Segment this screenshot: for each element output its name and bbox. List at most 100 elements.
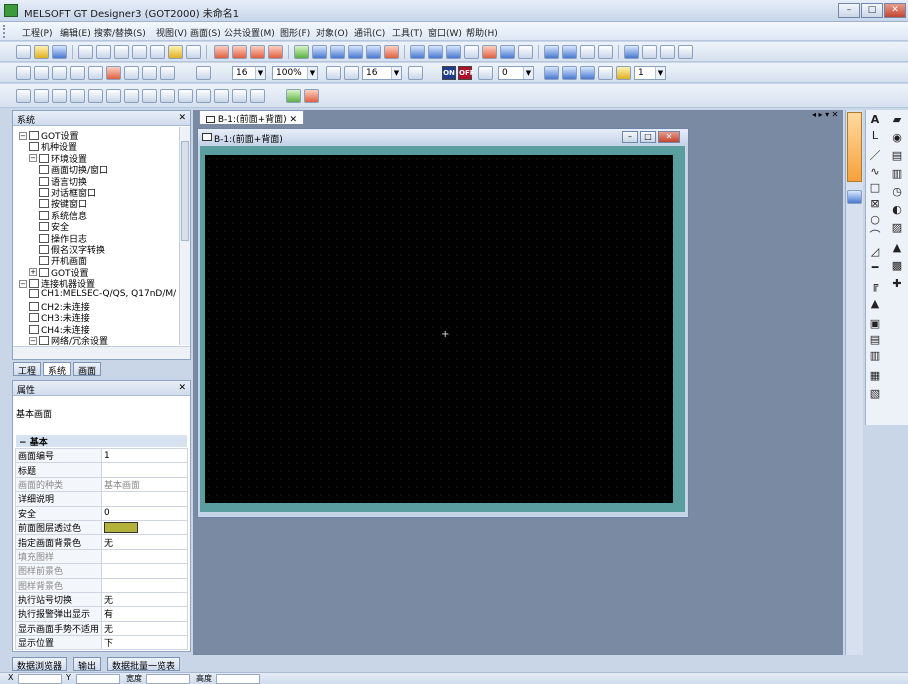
align3-icon[interactable] [52,89,67,103]
library5-icon[interactable] [366,45,381,59]
prop4-icon[interactable] [598,45,613,59]
align8-icon[interactable] [142,89,157,103]
obj-text-icon[interactable]: ▥ [890,168,904,180]
library6-icon[interactable] [384,45,399,59]
ungroup-icon[interactable]: ▧ [868,388,882,400]
menu-grip[interactable] [3,25,6,38]
collapse-icon[interactable]: − [29,336,37,345]
layer5-icon[interactable] [616,66,631,80]
maximize-button[interactable]: □ [861,3,883,18]
library4-icon[interactable] [348,45,363,59]
prop2-icon[interactable] [562,45,577,59]
view4-icon[interactable] [106,66,121,80]
obj-alarm-icon[interactable]: ▲ [890,242,904,254]
view2-icon[interactable] [70,66,85,80]
copy-icon[interactable] [96,45,111,59]
collapse-icon[interactable]: − [19,279,27,288]
menu-project[interactable]: 工程(P) [22,26,52,39]
property-row[interactable]: 显示画面手势不适用无 [14,620,188,637]
collapse-icon[interactable]: − [29,154,37,163]
line-icon[interactable]: ／ [868,150,882,162]
polygon-icon[interactable]: ⊠ [868,198,882,210]
undo-icon[interactable] [132,45,147,59]
tab-data-browser[interactable]: 数据浏览器 [12,657,68,672]
scroll-thumb[interactable] [181,141,189,241]
piping-icon[interactable]: ╔ [868,280,882,292]
system-vscroll[interactable] [179,127,190,345]
view5-icon[interactable] [124,66,139,80]
screen3-icon[interactable] [250,45,265,59]
property-row[interactable]: 详细说明 [14,491,188,507]
dock-tab-library[interactable] [847,112,862,182]
grid-select[interactable]: 16 ▼ [362,66,402,80]
align12-icon[interactable] [214,89,229,103]
property-row[interactable]: 画面的种类 基本画面 [14,476,188,493]
editor-restore-button[interactable]: □ [640,131,656,143]
property-value[interactable]: 无 [101,591,188,608]
scale-icon[interactable]: ━ [868,262,882,274]
rect-icon[interactable] [34,66,49,80]
editor-minimize-button[interactable]: – [622,131,638,143]
property-value[interactable]: 无 [101,620,188,637]
bmp-icon[interactable]: ▤ [868,334,882,346]
expand-icon[interactable]: + [29,268,37,277]
monitor-icon[interactable] [500,45,515,59]
property-row[interactable]: 填充图样 [14,548,188,565]
view6-icon[interactable] [142,66,157,80]
polyline-icon[interactable]: ∿ [868,166,882,178]
property-value[interactable]: 1 [101,447,188,464]
paint-icon[interactable]: ▲ [868,298,882,310]
view8-icon[interactable] [196,66,211,80]
open-icon[interactable] [34,45,49,59]
menu-figure[interactable]: 图形(F) [280,26,310,39]
panel-close-icon[interactable]: ✕ [178,113,186,123]
doc-tab-close-icon[interactable]: ✕ [290,115,298,125]
view3-icon[interactable] [88,66,103,80]
new-icon[interactable] [16,45,31,59]
off-button[interactable]: OFF [458,66,475,80]
prop1-icon[interactable] [544,45,559,59]
window2-icon[interactable] [642,45,657,59]
obj-lamp-icon[interactable]: ◉ [890,132,904,144]
window3-icon[interactable] [660,45,675,59]
screen2-icon[interactable] [232,45,247,59]
property-value[interactable]: 0 [101,505,188,521]
align15-icon[interactable] [286,89,301,103]
tab-output[interactable]: 输出 [73,657,102,672]
property-row[interactable]: 图样背景色 [14,577,188,593]
circle-icon[interactable]: ○ [868,214,882,226]
read-icon[interactable] [428,45,443,59]
menu-view[interactable]: 视图(V) [156,26,187,39]
property-row[interactable]: 执行报警弹出显示有 [14,606,188,622]
property-value[interactable] [101,462,188,478]
view7-icon[interactable] [160,66,175,80]
save-icon[interactable] [52,45,67,59]
menu-comm[interactable]: 通讯(C) [354,26,385,39]
window1-icon[interactable] [624,45,639,59]
property-row[interactable]: 显示位置下 [14,635,188,651]
menu-window[interactable]: 窗口(W) [428,26,462,39]
tree-item[interactable]: CH1:MELSEC-Q/QS, Q17nD/M/ [29,289,176,299]
zoom-select[interactable]: 100% ▼ [272,66,318,80]
dock-tab-data[interactable] [847,190,862,204]
property-value[interactable] [101,519,188,536]
window4-icon[interactable] [678,45,693,59]
layer-icon[interactable] [16,66,31,80]
image-icon[interactable]: ▣ [868,318,882,330]
doc-tab[interactable]: B-1:(前面+背面) ✕ [199,110,305,125]
help-icon[interactable] [186,45,201,59]
arc-icon[interactable]: ⌒ [868,230,882,242]
redo-icon[interactable] [150,45,165,59]
obj-clock-icon[interactable]: ◷ [890,186,904,198]
property-row[interactable]: 标题 [14,462,188,478]
text-icon[interactable]: A [868,114,882,126]
align2-icon[interactable] [34,89,49,103]
layer2-icon[interactable] [562,66,577,80]
zoom-out-icon[interactable] [344,66,359,80]
screen4-icon[interactable] [268,45,283,59]
property-row[interactable]: 图样前景色 [14,563,188,579]
grid-color-icon[interactable] [408,66,423,80]
sim-icon[interactable] [482,45,497,59]
on-button[interactable]: ON [442,66,456,80]
property-value[interactable]: 下 [101,635,188,651]
